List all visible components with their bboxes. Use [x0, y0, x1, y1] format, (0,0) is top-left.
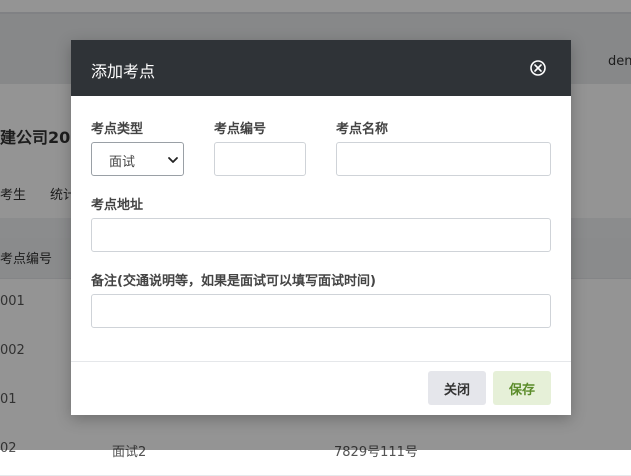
add-exam-site-dialog: 添加考点 考点类型 面试 考点编号 考点名称 考点地址 备注(交通说明等，如果是…	[71, 40, 571, 415]
name-label: 考点名称	[336, 122, 389, 137]
address-input[interactable]	[91, 218, 551, 252]
dialog-title: 添加考点	[91, 62, 156, 81]
remark-label: 备注(交通说明等，如果是面试可以填写面试时间)	[91, 274, 376, 289]
close-button[interactable]: 关闭	[428, 371, 486, 405]
address-label: 考点地址	[91, 198, 144, 213]
code-label: 考点编号	[214, 122, 267, 137]
type-selected-value: 面试	[109, 155, 136, 170]
name-input[interactable]	[336, 142, 551, 176]
dialog-header: 添加考点	[71, 40, 571, 96]
remark-input[interactable]	[91, 294, 551, 328]
code-input[interactable]	[214, 142, 306, 176]
type-select[interactable]: 面试	[91, 142, 184, 176]
type-label: 考点类型	[91, 122, 144, 137]
save-button[interactable]: 保存	[493, 371, 551, 405]
chevron-down-icon	[168, 157, 178, 163]
close-circle-icon[interactable]	[529, 59, 547, 77]
